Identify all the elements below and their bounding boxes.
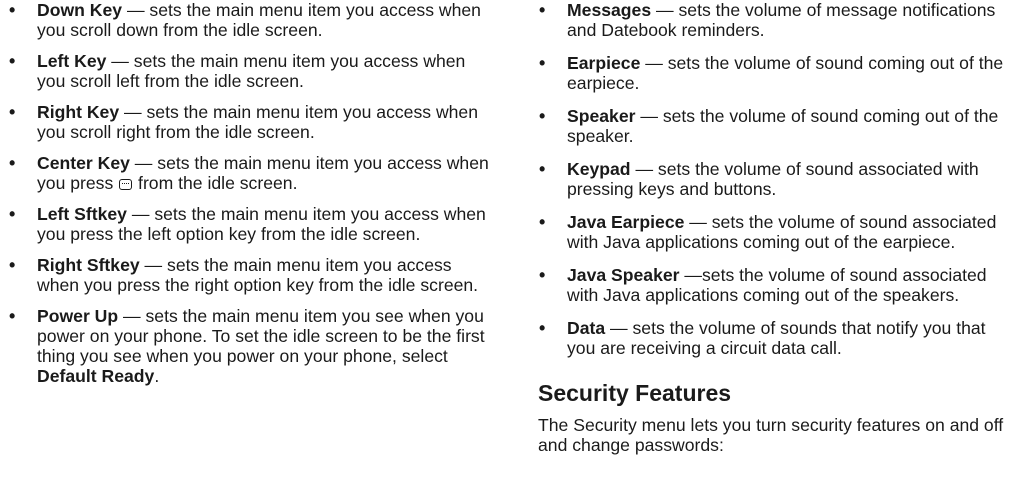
section-heading: Security Features xyxy=(538,380,732,406)
item-term: Speaker xyxy=(567,106,636,126)
list-item-earpiece: Earpiece — sets the volume of sound comi… xyxy=(538,53,1008,93)
key-settings-list: Down Key — sets the main menu item you a… xyxy=(8,0,490,386)
item-term: Java Earpiece xyxy=(567,212,685,232)
item-term: Center Key xyxy=(37,153,130,173)
volume-settings-list: Messages — sets the volume of message no… xyxy=(538,0,1008,358)
list-item-data: Data — sets the volume of sounds that no… xyxy=(538,318,1008,358)
list-item-left-sftkey: Left Sftkey — sets the main menu item yo… xyxy=(8,204,490,244)
item-term: Left Sftkey xyxy=(37,204,127,224)
item-description: — sets the volume of sounds that notify … xyxy=(567,318,986,358)
right-column: Messages — sets the volume of message no… xyxy=(538,0,1008,455)
list-item-down-key: Down Key — sets the main menu item you a… xyxy=(8,0,490,40)
item-emphasis: Default Ready xyxy=(37,366,155,386)
list-item-power-up: Power Up — sets the main menu item you s… xyxy=(8,306,490,386)
list-item-right-sftkey: Right Sftkey — sets the main menu item y… xyxy=(8,255,490,295)
list-item-messages: Messages — sets the volume of message no… xyxy=(538,0,1008,40)
list-item-keypad: Keypad — sets the volume of sound associ… xyxy=(538,159,1008,199)
item-term: Left Key xyxy=(37,51,107,71)
list-item-center-key: Center Key — sets the main menu item you… xyxy=(8,153,490,193)
left-column: Down Key — sets the main menu item you a… xyxy=(8,0,490,397)
item-term: Java Speaker xyxy=(567,265,680,285)
ok-key-icon xyxy=(119,179,133,190)
item-term: Right Sftkey xyxy=(37,255,140,275)
item-term: Right Key xyxy=(37,102,120,122)
item-term: Power Up xyxy=(37,306,119,326)
list-item-right-key: Right Key — sets the main menu item you … xyxy=(8,102,490,142)
list-item-speaker: Speaker — sets the volume of sound comin… xyxy=(538,106,1008,146)
item-term: Data xyxy=(567,318,606,338)
section-intro: The Security menu lets you turn security… xyxy=(538,415,1004,455)
list-item-java-earpiece: Java Earpiece — sets the volume of sound… xyxy=(538,212,1008,252)
item-description-end: from the idle screen. xyxy=(133,173,298,193)
item-term: Earpiece xyxy=(567,53,641,73)
list-item-java-speaker: Java Speaker —sets the volume of sound a… xyxy=(538,265,1008,305)
item-description-end: . xyxy=(154,366,160,386)
item-term: Messages xyxy=(567,0,652,20)
item-term: Keypad xyxy=(567,159,631,179)
item-term: Down Key xyxy=(37,0,123,20)
list-item-left-key: Left Key — sets the main menu item you a… xyxy=(8,51,490,91)
